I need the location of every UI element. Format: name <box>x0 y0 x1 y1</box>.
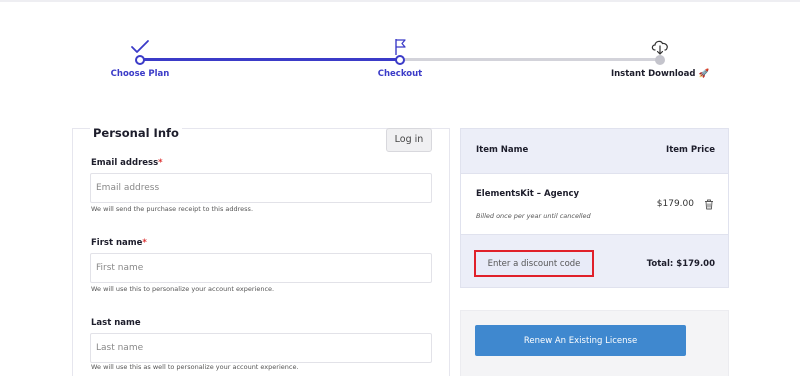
order-summary: Item Name Item Price ElementsKit – Agenc… <box>460 128 729 288</box>
first-name-label: First name* <box>91 238 147 248</box>
step-dot <box>395 55 405 65</box>
step-choose-plan[interactable]: Choose Plan <box>70 0 210 100</box>
step-label: Checkout <box>377 69 423 79</box>
order-total: Total: $179.00 <box>646 259 715 269</box>
last-name-input[interactable] <box>90 333 432 363</box>
item-billing-note: Billed once per year until cancelled <box>476 212 591 220</box>
first-name-label-text: First name <box>91 238 143 248</box>
email-label: Email address* <box>91 158 163 168</box>
discount-code-input[interactable] <box>474 250 594 277</box>
item-name: ElementsKit – Agency <box>476 189 580 199</box>
step-dot <box>655 55 665 65</box>
email-label-text: Email address <box>91 158 159 168</box>
flag-icon <box>395 39 406 55</box>
required-marker: * <box>158 158 163 168</box>
required-marker: * <box>142 238 147 248</box>
cloud-download-icon <box>651 40 668 55</box>
cart-item-row: ElementsKit – Agency Billed once per yea… <box>461 173 728 235</box>
first-name-help: We will use this to personalize your acc… <box>91 285 275 293</box>
item-price-header: Item Price <box>666 145 715 155</box>
summary-header: Item Name Item Price <box>461 129 728 173</box>
last-name-label-text: Last name <box>91 318 141 328</box>
email-input[interactable] <box>90 173 432 203</box>
rocket-icon: 🚀 <box>698 69 710 79</box>
step-instant-download[interactable]: Instant Download 🚀 <box>590 0 730 100</box>
renew-license-card: Renew An Existing License <box>460 310 729 376</box>
email-help: We will send the purchase receipt to thi… <box>91 205 254 213</box>
checkout-stepper: Choose Plan Checkout Instant Download 🚀 <box>0 0 800 100</box>
step-label: Instant Download 🚀 <box>590 69 730 79</box>
personal-info-title: Personal Info <box>90 126 182 140</box>
check-icon <box>131 40 149 53</box>
step-dot <box>135 55 145 65</box>
last-name-help: We will use this as well to personalize … <box>91 363 299 371</box>
renew-license-button[interactable]: Renew An Existing License <box>475 325 686 356</box>
item-price: $179.00 <box>656 199 694 209</box>
trash-icon[interactable] <box>704 199 714 210</box>
first-name-input[interactable] <box>90 253 432 283</box>
login-button[interactable]: Log in <box>386 128 432 152</box>
step-label: Choose Plan <box>110 69 170 79</box>
item-name-header: Item Name <box>476 145 529 155</box>
step-label-text: Instant Download <box>610 69 696 79</box>
step-checkout[interactable]: Checkout <box>330 0 470 100</box>
last-name-label: Last name <box>91 318 141 328</box>
